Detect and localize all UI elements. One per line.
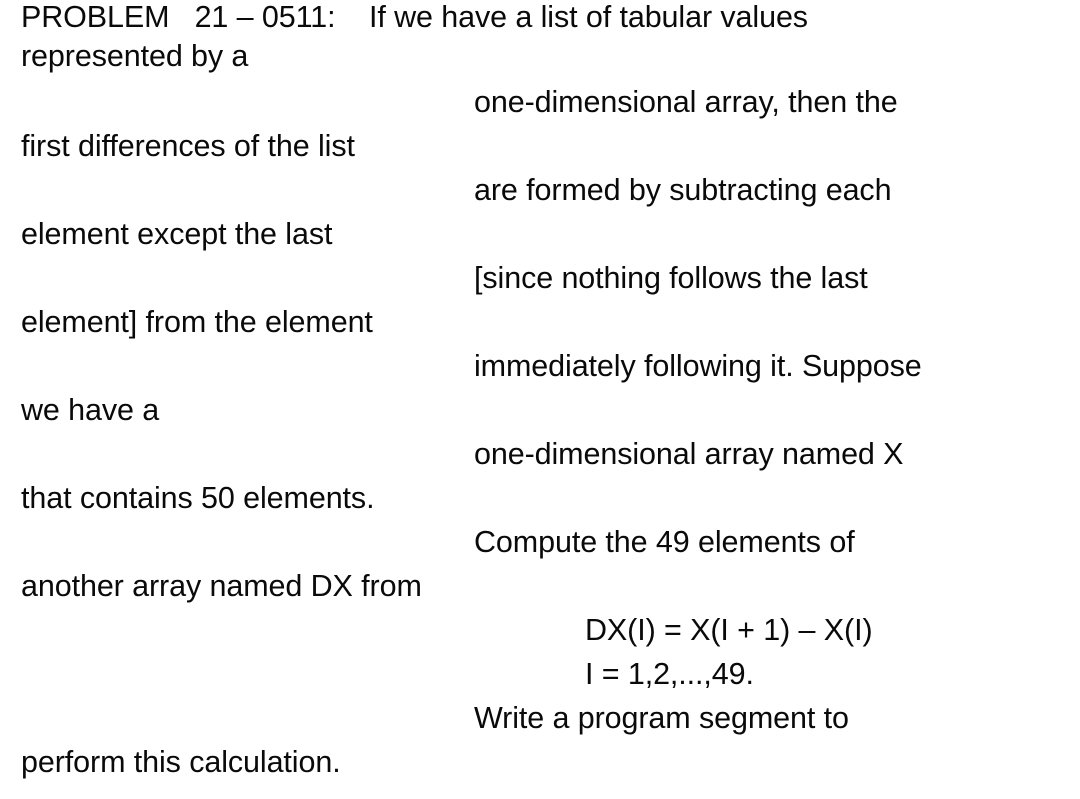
problem-text-line: element] from the element bbox=[21, 305, 373, 339]
problem-text-line: that contains 50 elements. bbox=[21, 481, 375, 515]
problem-text-line: first differences of the list bbox=[21, 129, 355, 163]
problem-text-line: one-dimensional array, then the bbox=[474, 85, 898, 119]
formula-line-dx: DX(I) = X(I + 1) – X(I) bbox=[585, 613, 873, 647]
problem-text-line: another array named DX from bbox=[21, 569, 422, 603]
problem-heading-line: PROBLEM 21 – 0511: If we have a list of … bbox=[21, 0, 808, 34]
problem-text-line: one-dimensional array named X bbox=[474, 437, 904, 471]
problem-page: PROBLEM 21 – 0511: If we have a list of … bbox=[0, 0, 1080, 799]
problem-text-line: are formed by subtracting each bbox=[474, 173, 892, 207]
problem-text-line: Write a program segment to bbox=[474, 701, 849, 735]
problem-text-line: represented by a bbox=[21, 39, 249, 73]
problem-text-line: immediately following it. Suppose bbox=[474, 349, 922, 383]
formula-line-index: I = 1,2,...,49. bbox=[585, 657, 754, 691]
problem-text-line: element except the last bbox=[21, 217, 333, 251]
problem-text-line: we have a bbox=[21, 393, 160, 427]
problem-text-line: [since nothing follows the last bbox=[474, 261, 868, 295]
problem-text-line: perform this calculation. bbox=[21, 745, 341, 779]
problem-text-line: Compute the 49 elements of bbox=[474, 525, 855, 559]
